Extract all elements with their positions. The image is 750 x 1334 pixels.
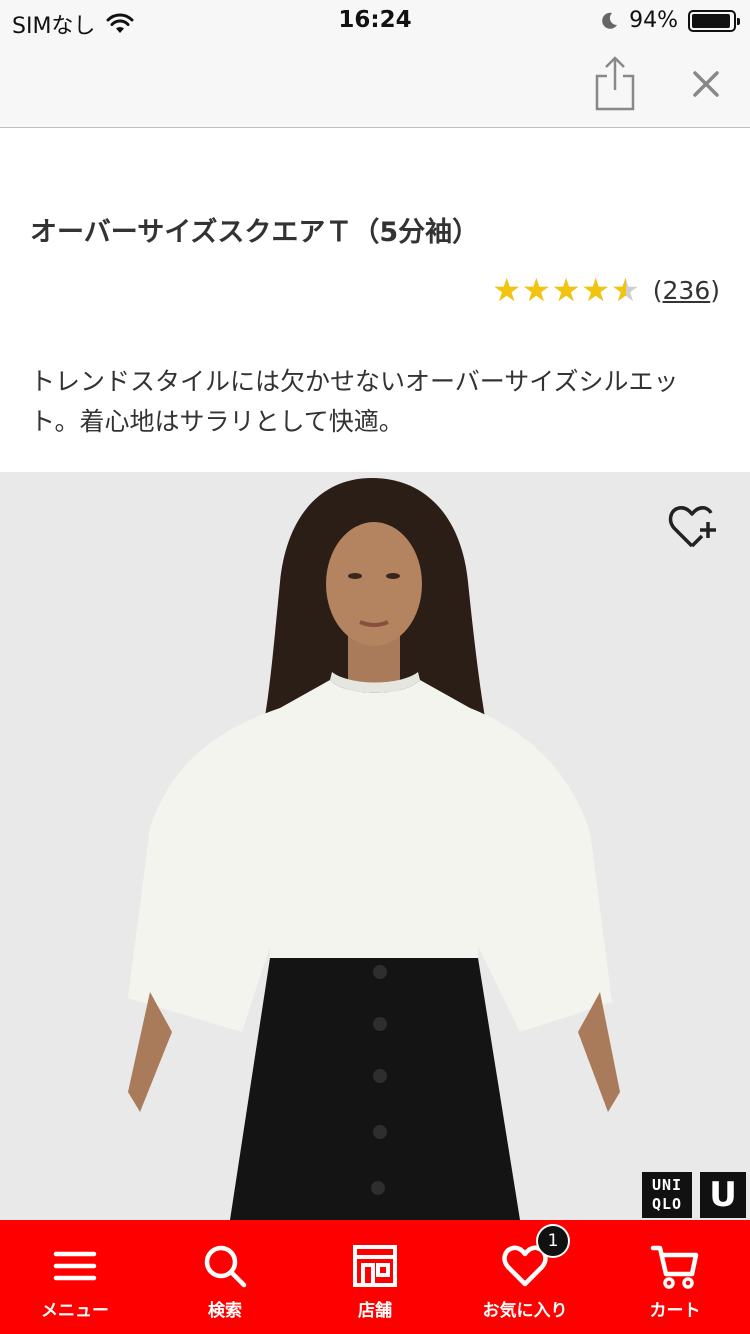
tab-store[interactable]: 店舗 [300, 1220, 450, 1334]
star-rating-filled: ★★★★★ [492, 272, 626, 308]
review-count-link[interactable]: (236) [653, 276, 720, 305]
battery-icon [688, 9, 740, 32]
add-favorite-button[interactable] [668, 502, 720, 552]
product-image[interactable]: UNI QLO U [0, 472, 750, 1220]
review-close-paren: ) [710, 275, 720, 305]
product-title: オーバーサイズスクエアＴ（5分袖） [30, 217, 480, 248]
logo-line-1: UNI [651, 1176, 683, 1194]
close-icon [693, 71, 719, 97]
logo-uniqlo-box: UNI QLO [642, 1172, 692, 1218]
tab-favorites-label: お気に入り [482, 1301, 568, 1321]
star-rating: ★★★★★ ★★★★★ [492, 272, 640, 308]
favorites-count-badge: 1 [536, 1224, 570, 1258]
tab-cart[interactable]: カート [600, 1220, 750, 1334]
top-nav [0, 40, 750, 128]
share-button[interactable] [590, 54, 640, 114]
moon-icon [602, 12, 618, 29]
cart-icon [650, 1245, 699, 1289]
bottom-tab-bar: メニュー 検索 店舗 お気に入り 1 カート [0, 1220, 750, 1334]
tab-search-label: 検索 [208, 1301, 242, 1321]
battery-level [692, 13, 730, 28]
menu-icon [53, 1251, 97, 1281]
tab-search[interactable]: 検索 [150, 1220, 300, 1334]
store-icon [353, 1245, 397, 1287]
heart-plus-icon [668, 506, 716, 548]
uniqlo-logo: UNI QLO U [642, 1172, 746, 1218]
model-photo [128, 478, 620, 1220]
tab-cart-label: カート [649, 1301, 701, 1321]
status-bar: SIMなし 16:24 94% [0, 0, 750, 40]
tab-store-label: 店舗 [358, 1301, 392, 1321]
logo-u-box: U [700, 1172, 746, 1218]
logo-line-2: QLO [651, 1195, 683, 1213]
status-right: 94% [599, 8, 740, 33]
search-icon [204, 1245, 247, 1288]
tab-menu[interactable]: メニュー [0, 1220, 150, 1334]
share-icon [595, 56, 635, 111]
battery-percent: 94% [629, 8, 678, 33]
tab-menu-label: メニュー [41, 1301, 109, 1321]
review-open-paren: ( [652, 275, 663, 305]
review-count: 236 [662, 275, 711, 305]
rating-row[interactable]: ★★★★★ ★★★★★ (236) [492, 272, 720, 308]
tab-favorites[interactable]: お気に入り 1 [450, 1220, 600, 1334]
close-button[interactable] [684, 62, 728, 106]
product-description: トレンドスタイルには欠かせないオーバーサイズシルエット。着心地はサラリとして快適… [30, 367, 679, 436]
